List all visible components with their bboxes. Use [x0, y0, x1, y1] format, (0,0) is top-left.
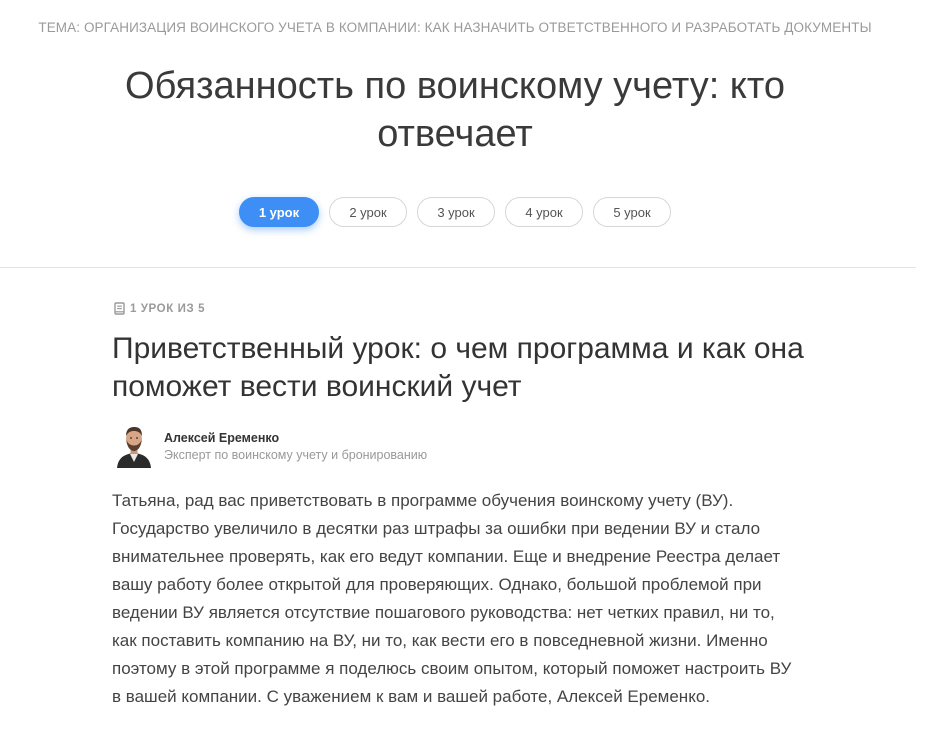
- avatar: [114, 424, 154, 468]
- lesson-counter: 1 УРОК ИЗ 5: [114, 302, 205, 315]
- lesson-tab-5[interactable]: 5 урок: [593, 197, 671, 227]
- section-divider: [0, 267, 916, 268]
- course-title: Обязанность по воинскому учету: кто отве…: [125, 65, 785, 155]
- lesson-tab-2[interactable]: 2 урок: [329, 197, 407, 227]
- author-role: Эксперт по воинскому учету и бронировани…: [164, 447, 428, 462]
- author-name: Алексей Еременко: [164, 430, 280, 445]
- course-topic: ТЕМА: ОРГАНИЗАЦИЯ ВОИНСКОГО УЧЕТА В КОМП…: [38, 20, 872, 35]
- lesson-title: Приветственный урок: о чем программа и к…: [112, 332, 804, 403]
- lesson-tab-3[interactable]: 3 урок: [417, 197, 495, 227]
- lesson-tab-4[interactable]: 4 урок: [505, 197, 583, 227]
- lesson-counter-text: 1 УРОК ИЗ 5: [130, 302, 206, 315]
- book-icon: [114, 302, 125, 315]
- lesson-intro-text: Татьяна, рад вас приветствовать в програ…: [112, 491, 792, 706]
- author-block: Алексей Еременко Эксперт по воинскому уч…: [114, 424, 427, 468]
- lesson-tab-1[interactable]: 1 урок: [239, 197, 319, 227]
- lesson-tabs: 1 урок 2 урок 3 урок 4 урок 5 урок: [0, 197, 910, 227]
